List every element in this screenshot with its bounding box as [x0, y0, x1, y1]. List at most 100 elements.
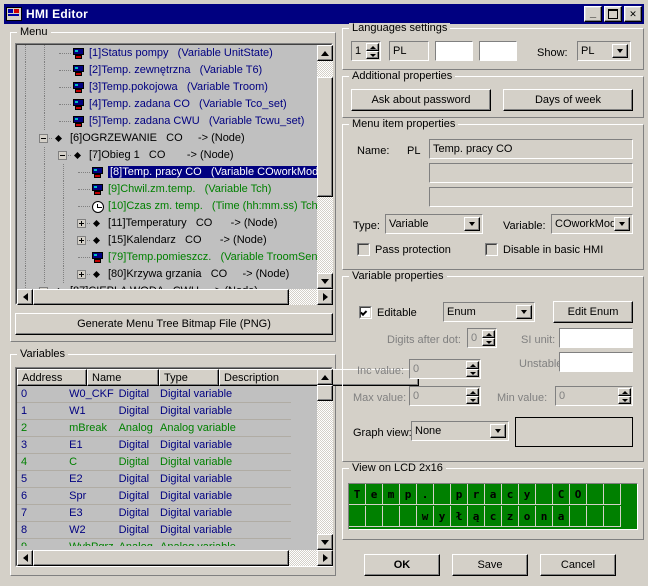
- grid-scroll-up-button[interactable]: [317, 369, 333, 385]
- table-row[interactable]: 5 E2 Digital Digital variable: [17, 471, 291, 488]
- language-count-stepper[interactable]: 1: [351, 41, 381, 61]
- tree-item-6[interactable]: [6]OGRZEWANIE CO -> (Node): [17, 130, 317, 147]
- days-of-week-button[interactable]: Days of week: [503, 89, 633, 111]
- grid-hscroll-thumb[interactable]: [33, 550, 289, 566]
- disable-basic-hmi-checkbox[interactable]: Disable in basic HMI: [485, 243, 603, 256]
- collapse-icon[interactable]: [58, 151, 67, 160]
- tree-item-79[interactable]: [79]Temp.pomieszcz. (Variable TroomSens): [17, 249, 317, 266]
- max-down-button[interactable]: [466, 396, 479, 404]
- inc-up-button[interactable]: [466, 361, 479, 369]
- tree-scroll-down-button[interactable]: [317, 273, 333, 289]
- graph-view-dropdown[interactable]: None: [411, 421, 509, 441]
- tree-item-3[interactable]: [3]Temp.pokojowa (Variable Troom): [17, 79, 317, 96]
- grid-scroll-left-button[interactable]: [17, 550, 33, 566]
- editable-type-dropdown[interactable]: Enum: [443, 302, 535, 322]
- unstable-field[interactable]: [559, 352, 633, 372]
- chevron-down-icon[interactable]: [612, 44, 628, 58]
- grid-vscroll-thumb[interactable]: [317, 385, 333, 401]
- table-row[interactable]: 0 W0_CKF Digital Digital variable: [17, 386, 291, 403]
- grid-column-header[interactable]: Address: [17, 369, 87, 386]
- language-2-field[interactable]: [435, 41, 473, 61]
- generate-bitmap-button[interactable]: Generate Menu Tree Bitmap File (PNG): [15, 313, 333, 335]
- table-row[interactable]: 7 E3 Digital Digital variable: [17, 505, 291, 522]
- digits-after-dot-stepper[interactable]: 0: [467, 328, 497, 348]
- si-unit-field[interactable]: [559, 328, 633, 348]
- tree-scroll-right-button[interactable]: [317, 289, 333, 305]
- chevron-down-icon[interactable]: [614, 217, 630, 231]
- expand-icon[interactable]: [77, 236, 86, 245]
- inc-value-value: 0: [413, 363, 420, 375]
- tree-hscroll-thumb[interactable]: [33, 289, 289, 305]
- table-row[interactable]: 1 W1 Digital Digital variable: [17, 403, 291, 420]
- min-up-button[interactable]: [618, 388, 631, 396]
- chevron-down-icon[interactable]: [490, 424, 506, 438]
- min-down-button[interactable]: [618, 396, 631, 404]
- language-count-down[interactable]: [366, 51, 379, 59]
- language-1-field[interactable]: PL: [389, 41, 429, 61]
- expand-icon[interactable]: [77, 219, 86, 228]
- table-row[interactable]: 2 mBreak Analog Analog variable: [17, 420, 291, 437]
- menu-item-type-dropdown[interactable]: Variable: [385, 214, 483, 234]
- menu-item-name-field-3[interactable]: [429, 187, 633, 207]
- table-row[interactable]: 9WybPgrzAnalogAnalog variable: [17, 539, 291, 546]
- disable-basic-hmi-box[interactable]: [485, 243, 498, 256]
- grid-column-header[interactable]: Type: [159, 369, 219, 386]
- maximize-button[interactable]: [604, 6, 622, 22]
- max-up-button[interactable]: [466, 388, 479, 396]
- digits-down-button[interactable]: [482, 338, 495, 346]
- save-button[interactable]: Save: [452, 554, 528, 576]
- grid-scroll-right-button[interactable]: [317, 550, 333, 566]
- tree-item-15[interactable]: [15]Kalendarz CO -> (Node): [17, 232, 317, 249]
- tree-item-10[interactable]: [10]Czas zm. temp. (Time (hh:mm.ss) Tch_…: [17, 198, 317, 215]
- table-row[interactable]: 4 C Digital Digital variable: [17, 454, 291, 471]
- language-count-up[interactable]: [366, 43, 379, 51]
- ok-button[interactable]: OK: [364, 554, 440, 576]
- table-row[interactable]: 3 E1 Digital Digital variable: [17, 437, 291, 454]
- cancel-button[interactable]: Cancel: [540, 554, 616, 576]
- editable-box[interactable]: [359, 306, 372, 319]
- chevron-down-icon[interactable]: [464, 217, 480, 231]
- tree-item-1[interactable]: [1]Status pompy (Variable UnitState): [17, 45, 317, 62]
- tree-scroll-left-button[interactable]: [17, 289, 33, 305]
- tree-hscrollbar[interactable]: [17, 289, 333, 305]
- ask-about-password-button[interactable]: Ask about password: [351, 89, 491, 111]
- editable-checkbox[interactable]: Editable: [359, 306, 417, 319]
- close-button[interactable]: ✕: [624, 6, 642, 22]
- tree-vscrollbar[interactable]: [317, 45, 333, 289]
- edit-enum-button[interactable]: Edit Enum: [553, 301, 633, 323]
- pass-protection-box[interactable]: [357, 243, 370, 256]
- grid-scroll-down-button[interactable]: [317, 534, 333, 550]
- table-row[interactable]: 8 W2 Digital Digital variable: [17, 522, 291, 539]
- grid-column-header[interactable]: Name: [87, 369, 159, 386]
- pass-protection-checkbox[interactable]: Pass protection: [357, 243, 451, 256]
- tree-vscroll-thumb[interactable]: [317, 77, 333, 197]
- min-value-stepper[interactable]: 0: [555, 386, 633, 406]
- digits-up-button[interactable]: [482, 330, 495, 338]
- tree-scroll-up-button[interactable]: [317, 45, 333, 61]
- table-row[interactable]: 6 Spr Digital Digital variable: [17, 488, 291, 505]
- inc-value-stepper[interactable]: 0: [409, 359, 481, 379]
- grid-hscrollbar[interactable]: [17, 550, 333, 566]
- tree-item-7[interactable]: [7]Obieg 1 CO -> (Node): [17, 147, 317, 164]
- minimize-button[interactable]: _: [584, 6, 602, 22]
- tree-item-9[interactable]: [9]Chwil.zm.temp. (Variable Tch): [17, 181, 317, 198]
- inc-down-button[interactable]: [466, 369, 479, 377]
- chevron-down-icon[interactable]: [516, 305, 532, 319]
- menu-item-name-field-1[interactable]: Temp. pracy CO: [429, 139, 633, 159]
- grid-vscrollbar[interactable]: [317, 369, 333, 550]
- max-value-stepper[interactable]: 0: [409, 386, 481, 406]
- collapse-icon[interactable]: [39, 134, 48, 143]
- tree-item-5[interactable]: [5]Temp. zadana CWU (Variable Tcwu_set): [17, 113, 317, 130]
- menu-item-name-field-2[interactable]: [429, 163, 633, 183]
- variables-grid-body[interactable]: 0 W0_CKF Digital Digital variable 1 W1 Digital…: [17, 386, 291, 546]
- tree-item-80[interactable]: [80]Krzywa grzania CO -> (Node): [17, 266, 317, 283]
- tree-item-2[interactable]: [2]Temp. zewnętrzna (Variable T6): [17, 62, 317, 79]
- language-3-field[interactable]: [479, 41, 517, 61]
- expand-icon[interactable]: [77, 270, 86, 279]
- menu-tree[interactable]: [1]Status pompy (Variable UnitState) [2]T…: [17, 45, 317, 305]
- tree-item-11[interactable]: [11]Temperatury CO -> (Node): [17, 215, 317, 232]
- show-language-dropdown[interactable]: PL: [577, 41, 631, 61]
- tree-item-4[interactable]: [4]Temp. zadana CO (Variable Tco_set): [17, 96, 317, 113]
- tree-item-8[interactable]: [8]Temp. pracy CO (Variable COworkMode: [17, 164, 317, 181]
- menu-item-variable-dropdown[interactable]: COworkMode: [551, 214, 633, 234]
